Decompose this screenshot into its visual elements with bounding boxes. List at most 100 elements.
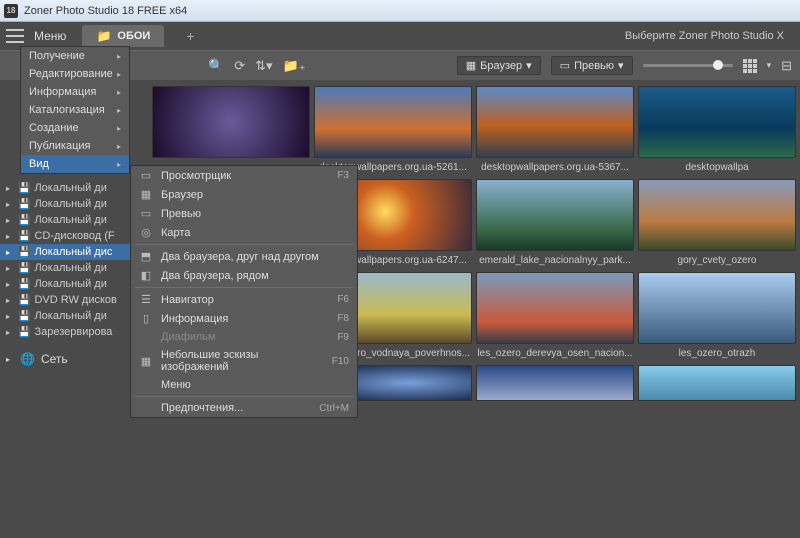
sidebar-network[interactable]: ▸ 🌐 Сеть [0,348,148,370]
sort-icon[interactable]: ⇅▾ [255,58,272,74]
menu-glyph-icon: ☰ [139,293,153,306]
thumbnail-image [476,272,634,344]
expand-arrow-icon: ▸ [6,200,14,209]
drive-icon: 💾 [18,231,30,242]
slider-thumb[interactable] [713,60,723,70]
menu-item-публикация[interactable]: Публикация▸ [21,137,129,155]
thumbnail-image [476,365,634,401]
thumbnail-image [638,365,796,401]
thumbnail-image [476,179,634,251]
sidebar-disk[interactable]: ▸💾CD-дисковод (F [0,228,148,244]
expand-arrow-icon: ▸ [6,216,14,225]
menu-glyph-icon: ◧ [139,269,153,282]
drive-icon: 💾 [18,327,30,338]
thumbnail-label: gory_cvety_ozero [678,255,757,266]
submenu-item[interactable]: ▦Браузер [131,185,357,204]
menu-glyph-icon: ▦ [139,355,153,368]
menu-item-получение[interactable]: Получение▸ [21,47,129,65]
thumbnail[interactable] [638,365,796,401]
thumbnail[interactable] [152,86,310,173]
chevron-down-icon: ▾ [526,59,532,72]
submenu-item[interactable]: ◧Два браузера, рядом [131,266,357,285]
sidebar-disk[interactable]: ▸💾DVD RW дисков [0,292,148,308]
sidebar-disk[interactable]: ▸💾Локальный ди [0,180,148,196]
hamburger-icon[interactable] [6,29,24,43]
view-submenu: ▭ПросмотрщикF3▦Браузер▭Превью◎Карта ⬒Два … [130,165,358,418]
thumbnail-image [152,86,310,158]
drive-icon: 💾 [18,295,30,306]
drive-icon: 💾 [18,311,30,322]
thumb-size-slider[interactable] [643,64,733,67]
expand-arrow-icon: ▸ [6,232,14,241]
menu-item-редактирование[interactable]: Редактирование▸ [21,65,129,83]
chevron-down-icon: ▾ [618,59,624,72]
refresh-icon[interactable]: ⟳ [234,58,245,74]
sidebar-disk[interactable]: ▸💾Зарезервирова [0,324,148,340]
submenu-item[interactable]: Меню [131,376,357,394]
menu-item-каталогизация[interactable]: Каталогизация▸ [21,101,129,119]
grid-view-icon[interactable] [743,59,757,73]
thumbnail[interactable] [476,365,634,401]
menu-glyph-icon: ▭ [139,169,153,182]
submenu-item[interactable]: ▭ПросмотрщикF3 [131,166,357,185]
promo-link[interactable]: Выберите Zoner Photo Studio X [625,30,794,42]
window-title: Zoner Photo Studio 18 FREE x64 [24,5,187,17]
drive-icon: 💾 [18,215,30,226]
expand-arrow-icon: ▸ [6,264,14,273]
menu-button[interactable]: Меню [30,29,70,43]
expand-arrow-icon: ▸ [6,184,14,193]
menu-item-вид[interactable]: Вид▸ [21,155,129,173]
drive-icon: 💾 [18,199,30,210]
sidebar-disk[interactable]: ▸💾Локальный дис [0,244,148,260]
submenu-item[interactable]: ▦Небольшие эскизы изображенийF10 [131,346,357,376]
thumbnail[interactable]: emerald_lake_nacionalnyy_park... [476,179,634,266]
grid-small-icon: ▦ [466,59,476,72]
thumbnail-label: les_ozero_derevya_osen_nacion... [477,348,632,359]
thumbnail[interactable]: gory_cvety_ozero [638,179,796,266]
thumbnail[interactable]: desktopwallpapers.org.ua-5261... [314,86,472,173]
submenu-item[interactable]: Предпочтения...Ctrl+M [131,399,357,417]
menu-glyph-icon: ▯ [139,312,153,325]
submenu-item[interactable]: ⬒Два браузера, друг над другом [131,247,357,266]
sidebar-disk[interactable]: ▸💾Локальный ди [0,308,148,324]
expand-arrow-icon: ▸ [6,280,14,289]
thumbnail[interactable]: desktopwallpapers.org.ua-5367... [476,86,634,173]
sidebar-disk[interactable]: ▸💾Локальный ди [0,212,148,228]
menu-item-создание[interactable]: Создание▸ [21,119,129,137]
menu-glyph-icon: ▦ [139,188,153,201]
sidebar-disk[interactable]: ▸💾Локальный ди [0,196,148,212]
thumbnail-label: desktopwallpapers.org.ua-5367... [481,162,629,173]
drive-icon: 💾 [18,183,30,194]
submenu-item[interactable]: ◎Карта [131,223,357,242]
app-icon: 18 [4,4,18,18]
thumbnail[interactable]: les_ozero_derevya_osen_nacion... [476,272,634,359]
submenu-item[interactable]: ▯ИнформацияF8 [131,309,357,328]
expand-arrow-icon: ▸ [6,355,14,364]
new-tab-button[interactable]: + [180,28,200,44]
thumbnail[interactable]: desktopwallpa [638,86,796,173]
sidebar-disk[interactable]: ▸💾Локальный ди [0,260,148,276]
drive-icon: 💾 [18,263,30,274]
menu-item-информация[interactable]: Информация▸ [21,83,129,101]
submenu-item: ДиафильмF9 [131,328,357,346]
submenu-item[interactable]: ▭Превью [131,204,357,223]
search-icon[interactable]: 🔍 [208,58,224,74]
chevron-down-icon[interactable]: ▾ [767,60,772,71]
collapse-icon[interactable]: ⊟ [781,58,792,74]
folder-icon: 📁 [96,29,111,43]
network-icon: 🌐 [20,352,35,366]
expand-arrow-icon: ▸ [6,328,14,337]
thumbnail[interactable]: les_ozero_otrazh [638,272,796,359]
menu-glyph-icon: ◎ [139,226,153,239]
expand-arrow-icon: ▸ [6,296,14,305]
expand-arrow-icon: ▸ [6,312,14,321]
preview-mode-dropdown[interactable]: ▭ Превью ▾ [551,56,633,75]
drive-icon: 💾 [18,279,30,290]
menu-glyph-icon: ⬒ [139,250,153,263]
main-menu-popup: Получение▸Редактирование▸Информация▸Ката… [20,46,130,174]
add-folder-icon[interactable]: 📁₊ [283,58,306,74]
submenu-item[interactable]: ☰НавигаторF6 [131,290,357,309]
tab-oboi[interactable]: 📁 ОБОИ [82,25,164,47]
sidebar-disk[interactable]: ▸💾Локальный ди [0,276,148,292]
browser-mode-dropdown[interactable]: ▦ Браузер ▾ [457,56,541,75]
